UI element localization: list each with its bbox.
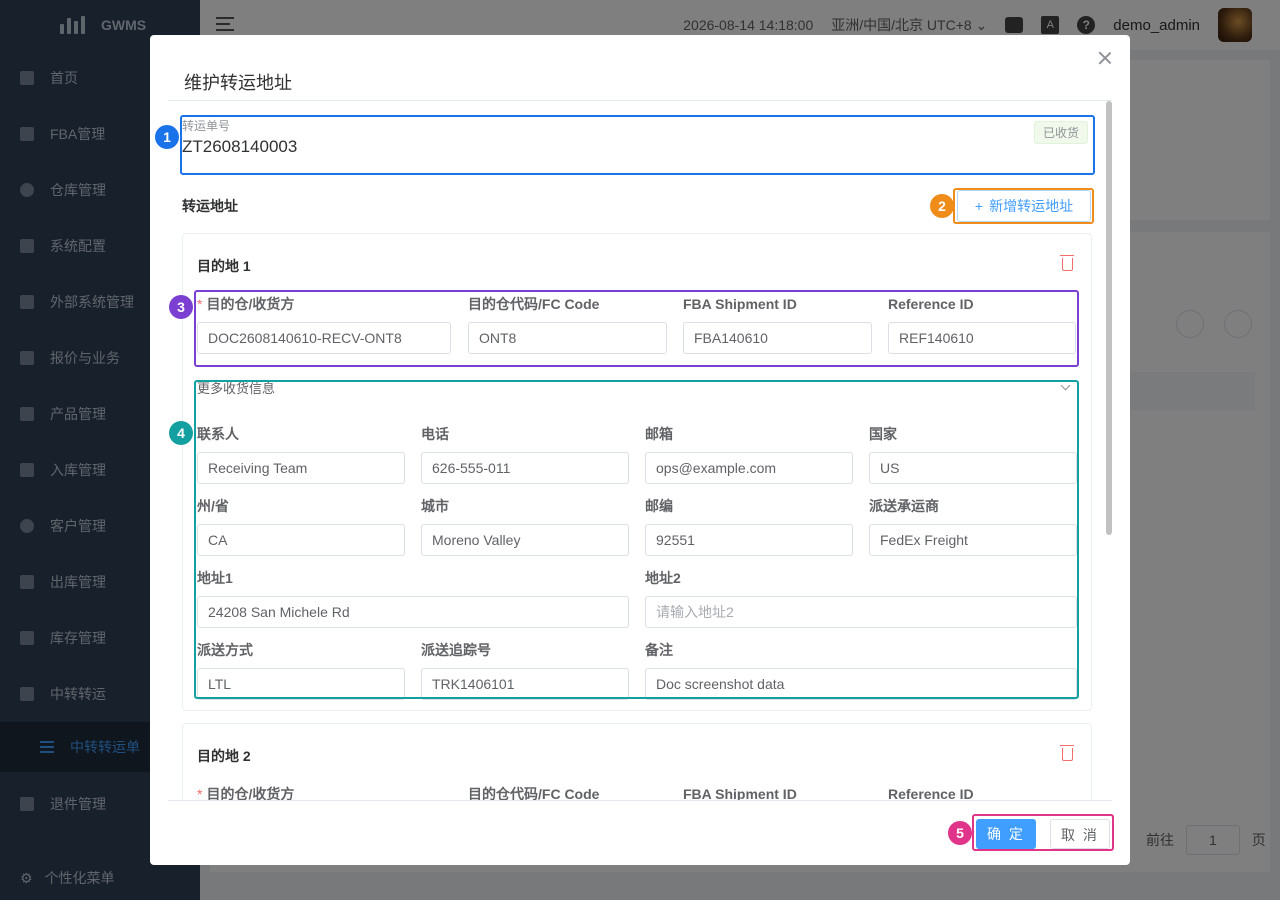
annotation-badge-2: 2 [930, 194, 954, 218]
trash-icon[interactable] [1060, 255, 1074, 271]
divider [168, 100, 1112, 101]
fba-shipment-field: FBA Shipment ID [683, 786, 797, 800]
destination-card-2: 目的地 2 * 目的仓/收货方 目的仓代码/FC Code FBA Shipmen… [182, 723, 1092, 800]
destination-card-2-viewport: 目的地 2 * 目的仓/收货方 目的仓代码/FC Code FBA Shipmen… [182, 723, 1092, 800]
footer-divider [168, 800, 1112, 801]
annotation-badge-1: 1 [155, 125, 179, 149]
annotation-box-4 [194, 380, 1079, 699]
destination-title: 目的地 2 [197, 748, 251, 764]
annotation-badge-4: 4 [169, 421, 193, 445]
fc-code-field: 目的仓代码/FC Code [468, 786, 600, 800]
close-icon[interactable] [1098, 51, 1112, 65]
consignee-field: * 目的仓/收货方 [197, 786, 295, 800]
dialog-title: 维护转运地址 [184, 73, 292, 93]
annotation-box-5 [972, 814, 1114, 851]
dialog-scrollbar[interactable] [1106, 101, 1112, 535]
trash-icon[interactable] [1060, 745, 1074, 761]
annotation-box-1 [180, 115, 1095, 175]
annotation-badge-5: 5 [948, 821, 972, 845]
destination-title: 目的地 1 [197, 258, 251, 274]
reference-id-field: Reference ID [888, 786, 974, 800]
section-title: 转运地址 [182, 198, 238, 214]
annotation-box-2 [953, 188, 1094, 224]
annotation-badge-3: 3 [169, 295, 193, 319]
annotation-box-3 [194, 290, 1079, 367]
maintain-address-dialog: 维护转运地址 转运单号 ZT2608140003 已收货 转运地址 + 新增转运… [150, 35, 1130, 865]
